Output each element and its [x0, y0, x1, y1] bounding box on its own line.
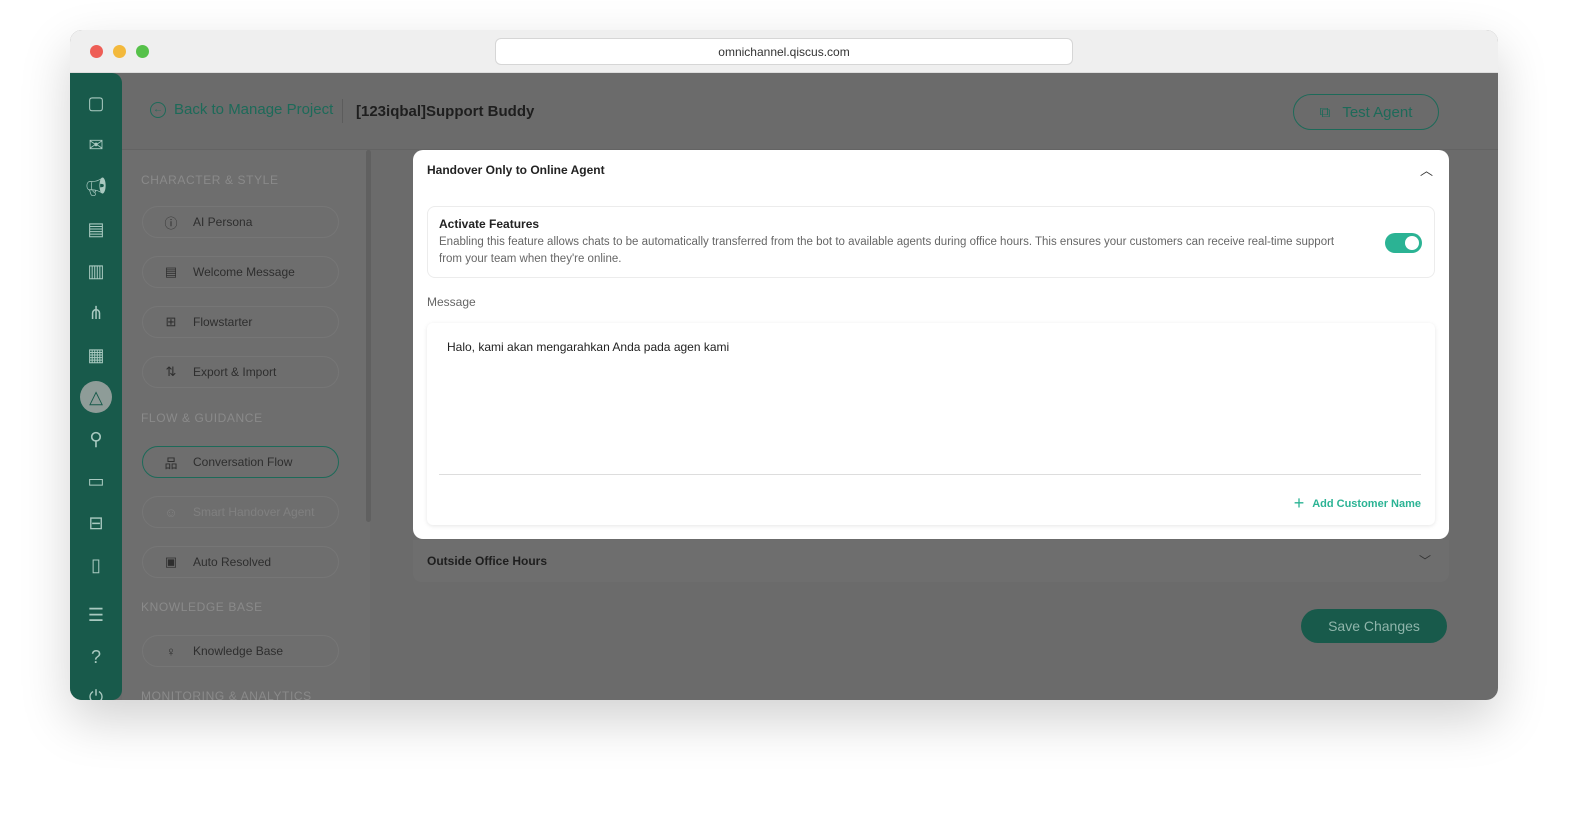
handover-panel: Handover Only to Online Agent ︿ Activate…: [413, 150, 1449, 539]
arrows-icon: ⇅: [165, 364, 177, 379]
external-link-icon: ⧉: [1319, 103, 1331, 121]
section-header: FLOW & GUIDANCE: [141, 411, 263, 425]
outside-office-hours-section[interactable]: Outside Office Hours ﹀: [413, 540, 1449, 582]
settings-sliders-icon[interactable]: ☰: [84, 603, 108, 627]
back-label: Back to Manage Project: [174, 101, 334, 118]
save-changes-button[interactable]: Save Changes: [1301, 609, 1447, 643]
menu-label: Flowstarter: [193, 315, 253, 329]
chat-check-icon: ▣: [164, 554, 178, 569]
user-check-icon: ☺: [164, 504, 178, 520]
mobile-icon[interactable]: ▯: [84, 553, 108, 577]
add-customer-name-button[interactable]: + Add Customer Name: [1294, 493, 1421, 514]
inbox-icon[interactable]: ⊟: [84, 511, 108, 535]
activate-toggle[interactable]: [1385, 233, 1422, 253]
menu-label: Conversation Flow: [193, 455, 293, 469]
user-icon[interactable]: ⚲: [84, 427, 108, 451]
flow-icon: ⊞: [165, 314, 177, 329]
settings-menu: CHARACTER & STYLE ⓘ AI Persona ▤ Welcome M…: [122, 150, 370, 700]
maximize-window-button[interactable]: [136, 45, 149, 58]
megaphone-icon[interactable]: 📢︎: [84, 175, 108, 199]
message-label: Message: [427, 295, 476, 309]
close-window-button[interactable]: [90, 45, 103, 58]
menu-item-smart-handover-agent[interactable]: ☺ Smart Handover Agent: [142, 496, 339, 528]
message-text[interactable]: Halo, kami akan mengarahkan Anda pada ag…: [447, 340, 729, 354]
info-icon: ⓘ: [164, 215, 178, 231]
chat-icon[interactable]: ▢: [84, 91, 108, 115]
arrow-left-circle-icon: ←: [150, 101, 166, 118]
menu-label: Knowledge Base: [193, 644, 284, 658]
menu-item-export-import[interactable]: ⇅ Export & Import: [142, 356, 339, 388]
hierarchy-icon: 品: [164, 455, 178, 471]
feature-description: Enabling this feature allows chats to be…: [439, 236, 1335, 265]
plus-icon: +: [1293, 493, 1305, 513]
nav-rail: ▢ ✉ 📢︎ ▤ ▥ ⋔ ▦ △ ⚲ ▭ ⊟ ▯ ☰ ? ⏻: [70, 73, 122, 700]
help-icon[interactable]: ?: [84, 645, 108, 669]
menu-item-welcome-message[interactable]: ▤ Welcome Message: [142, 256, 339, 288]
mail-icon[interactable]: ✉: [84, 133, 108, 157]
menu-item-knowledge-base[interactable]: ♀ Knowledge Base: [142, 635, 339, 667]
back-link[interactable]: ← Back to Manage Project: [150, 101, 333, 118]
panel-title: Handover Only to Online Agent: [427, 163, 605, 177]
menu-label: Smart Handover Agent: [193, 505, 315, 519]
message-input[interactable]: Halo, kami akan mengarahkan Anda pada ag…: [427, 323, 1435, 525]
analytics-icon[interactable]: ▥: [84, 259, 108, 283]
chevron-up-icon[interactable]: ︿: [1420, 160, 1433, 179]
menu-label: Welcome Message: [193, 265, 295, 279]
activate-features-box: Activate Features Enabling this feature …: [427, 206, 1435, 278]
ai-agent-icon[interactable]: △: [80, 381, 112, 413]
contact-card-icon[interactable]: ▤: [84, 217, 108, 241]
apps-icon[interactable]: ▦: [84, 343, 108, 367]
chat-icon: ▤: [164, 264, 178, 279]
browser-titlebar: omnichannel.qiscus.com: [70, 30, 1498, 73]
bulb-icon: ♀: [166, 643, 176, 659]
page-header: ← Back to Manage Project [123iqbal]Suppor…: [122, 73, 1498, 150]
section-header: CHARACTER & STYLE: [141, 173, 279, 187]
share-icon[interactable]: ⋔: [84, 301, 108, 325]
add-customer-name-label: Add Customer Name: [1312, 497, 1421, 510]
section-header: MONITORING & ANALYTICS: [141, 689, 312, 700]
menu-item-ai-persona[interactable]: ⓘ AI Persona: [142, 206, 339, 238]
menu-scrollbar[interactable]: [366, 150, 371, 522]
divider: [439, 474, 1421, 475]
divider: [342, 99, 343, 123]
power-icon[interactable]: ⏻: [84, 685, 108, 700]
menu-item-conversation-flow[interactable]: 品 Conversation Flow: [142, 446, 339, 478]
menu-label: AI Persona: [193, 215, 253, 229]
chevron-down-icon: ﹀: [1418, 554, 1431, 568]
menu-label: Export & Import: [193, 365, 277, 379]
menu-label: Auto Resolved: [193, 555, 272, 569]
section-title: Outside Office Hours: [427, 554, 548, 568]
section-header: KNOWLEDGE BASE: [141, 600, 263, 614]
ticket-icon[interactable]: ▭: [84, 469, 108, 493]
browser-window: omnichannel.qiscus.com ▢ ✉ 📢︎ ▤ ▥ ⋔ ▦ △ …: [70, 30, 1498, 700]
menu-item-auto-resolved[interactable]: ▣ Auto Resolved: [142, 546, 339, 578]
menu-item-flowstarter[interactable]: ⊞ Flowstarter: [142, 306, 339, 338]
test-agent-label: Test Agent: [1342, 103, 1413, 121]
feature-title: Activate Features: [439, 217, 540, 231]
address-bar[interactable]: omnichannel.qiscus.com: [495, 38, 1073, 65]
page-title: [123iqbal]Support Buddy: [356, 103, 535, 120]
minimize-window-button[interactable]: [113, 45, 126, 58]
test-agent-button[interactable]: ⧉ Test Agent: [1293, 94, 1439, 130]
